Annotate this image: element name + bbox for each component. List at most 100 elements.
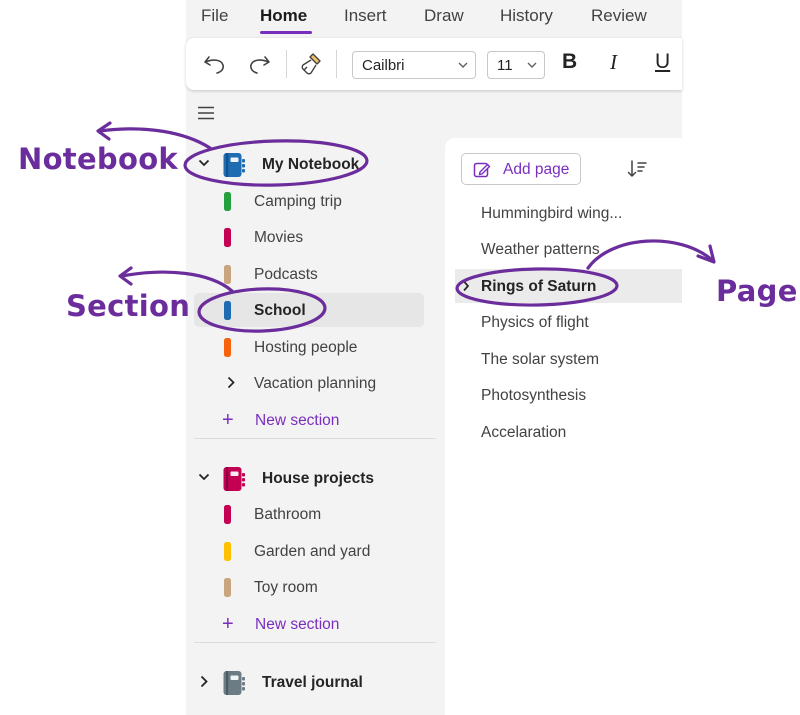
page-label: Weather patterns <box>481 241 600 258</box>
section-toy-room[interactable]: Toy room <box>194 570 424 604</box>
section-color-tab <box>224 265 231 284</box>
section-label: Garden and yard <box>254 543 371 560</box>
page-annotation-arrowhead <box>696 244 716 264</box>
section-label: School <box>254 302 306 319</box>
menu-draw[interactable]: Draw <box>424 6 464 26</box>
section-annotation-arrowhead <box>118 266 133 286</box>
bold-button[interactable]: B <box>562 50 577 74</box>
section-color-tab <box>224 228 231 247</box>
section-movies[interactable]: Movies <box>194 220 424 254</box>
section-garden-and-yard[interactable]: Garden and yard <box>194 534 424 568</box>
section-camping-trip[interactable]: Camping trip <box>194 184 424 218</box>
menu-home[interactable]: Home <box>260 6 307 26</box>
menu-insert[interactable]: Insert <box>344 6 387 26</box>
section-color-tab <box>224 301 231 320</box>
add-page-label: Add page <box>503 161 570 178</box>
page-callout: Page <box>716 274 798 308</box>
chevron-right-icon <box>463 280 470 292</box>
font-size-dropdown[interactable]: 11 <box>487 51 545 79</box>
notebook-label: My Notebook <box>262 156 360 173</box>
active-tab-indicator <box>260 31 312 34</box>
navigation-toggle-button[interactable] <box>197 106 215 125</box>
font-name-dropdown[interactable]: Cailbri <box>352 51 476 79</box>
plus-icon: + <box>222 613 234 635</box>
page-label: Accelaration <box>481 424 567 441</box>
notebook-travel-journal[interactable]: Travel journal <box>194 668 424 698</box>
chevron-right-icon <box>227 376 235 389</box>
section-group-vacation-planning[interactable]: Vacation planning <box>194 366 424 400</box>
page-item[interactable]: Physics of flight <box>455 305 682 339</box>
new-section-button[interactable]: + New section <box>194 609 424 639</box>
section-color-tab <box>224 192 231 211</box>
plus-icon: + <box>222 409 234 431</box>
section-bathroom[interactable]: Bathroom <box>194 497 424 531</box>
notebook-label: Travel journal <box>262 674 363 691</box>
menu-review[interactable]: Review <box>591 6 647 26</box>
underline-button[interactable]: U <box>655 50 670 74</box>
chevron-right-icon <box>200 675 208 688</box>
section-school[interactable]: School <box>194 293 424 327</box>
menu-file[interactable]: File <box>201 6 228 26</box>
ribbon-separator <box>336 50 337 78</box>
page-item[interactable]: Accelaration <box>455 415 682 449</box>
undo-button[interactable] <box>200 50 230 78</box>
section-color-tab <box>224 578 231 597</box>
new-section-button[interactable]: + New section <box>194 405 424 435</box>
chevron-down-icon <box>198 473 210 481</box>
notebook-divider <box>194 642 436 643</box>
add-page-button[interactable]: Add page <box>461 153 581 185</box>
section-color-tab <box>224 542 231 561</box>
italic-button[interactable]: I <box>610 50 617 75</box>
chevron-down-icon <box>527 62 537 68</box>
section-color-tab <box>224 338 231 357</box>
notebook-divider <box>194 438 436 439</box>
page-item[interactable]: Hummingbird wing... <box>455 196 682 230</box>
section-color-tab <box>224 505 231 524</box>
notebook-my-notebook[interactable]: My Notebook <box>194 150 424 180</box>
menu-history[interactable]: History <box>500 6 553 26</box>
font-size-value: 11 <box>497 57 513 74</box>
section-label: Podcasts <box>254 266 318 283</box>
sort-icon <box>627 160 647 177</box>
notebook-arrowhead <box>96 121 112 141</box>
add-page-icon <box>473 162 491 178</box>
section-label: Movies <box>254 229 304 246</box>
chevron-down-icon <box>198 159 210 167</box>
page-label: The solar system <box>481 351 600 368</box>
format-painter-icon <box>301 53 321 75</box>
notebook-icon <box>223 671 245 695</box>
page-label: Hummingbird wing... <box>481 205 623 222</box>
section-callout: Section <box>66 289 191 323</box>
undo-icon <box>204 56 224 74</box>
sort-pages-button[interactable] <box>627 159 647 184</box>
section-podcasts[interactable]: Podcasts <box>194 257 424 291</box>
page-item[interactable]: The solar system <box>455 342 682 376</box>
page-label: Physics of flight <box>481 314 589 331</box>
redo-button[interactable] <box>244 50 274 78</box>
page-label: Photosynthesis <box>481 387 587 404</box>
section-label: Vacation planning <box>254 375 377 392</box>
section-label: Bathroom <box>254 506 322 523</box>
hamburger-icon <box>198 106 214 120</box>
font-name-value: Cailbri <box>362 57 405 74</box>
page-label: Rings of Saturn <box>481 278 597 295</box>
page-item[interactable]: Photosynthesis <box>455 378 682 412</box>
new-section-label: New section <box>255 616 340 633</box>
redo-icon <box>250 56 270 74</box>
section-label: Hosting people <box>254 339 358 356</box>
notebook-callout: Notebook <box>18 142 179 176</box>
new-section-label: New section <box>255 412 340 429</box>
notebook-icon <box>223 153 245 177</box>
format-painter-button[interactable] <box>296 50 326 78</box>
chevron-down-icon <box>458 62 468 68</box>
notebook-label: House projects <box>262 470 374 487</box>
page-item[interactable]: Weather patterns <box>455 232 682 266</box>
section-label: Camping trip <box>254 193 342 210</box>
onenote-window: File Home Insert Draw History Review Cai… <box>186 0 682 715</box>
section-hosting-people[interactable]: Hosting people <box>194 330 424 364</box>
page-item-selected[interactable]: Rings of Saturn <box>455 269 682 303</box>
menu-bar: File Home Insert Draw History Review <box>186 0 682 36</box>
notebook-house-projects[interactable]: House projects <box>194 464 424 494</box>
notebook-icon <box>223 467 245 491</box>
ribbon-separator <box>286 50 287 78</box>
